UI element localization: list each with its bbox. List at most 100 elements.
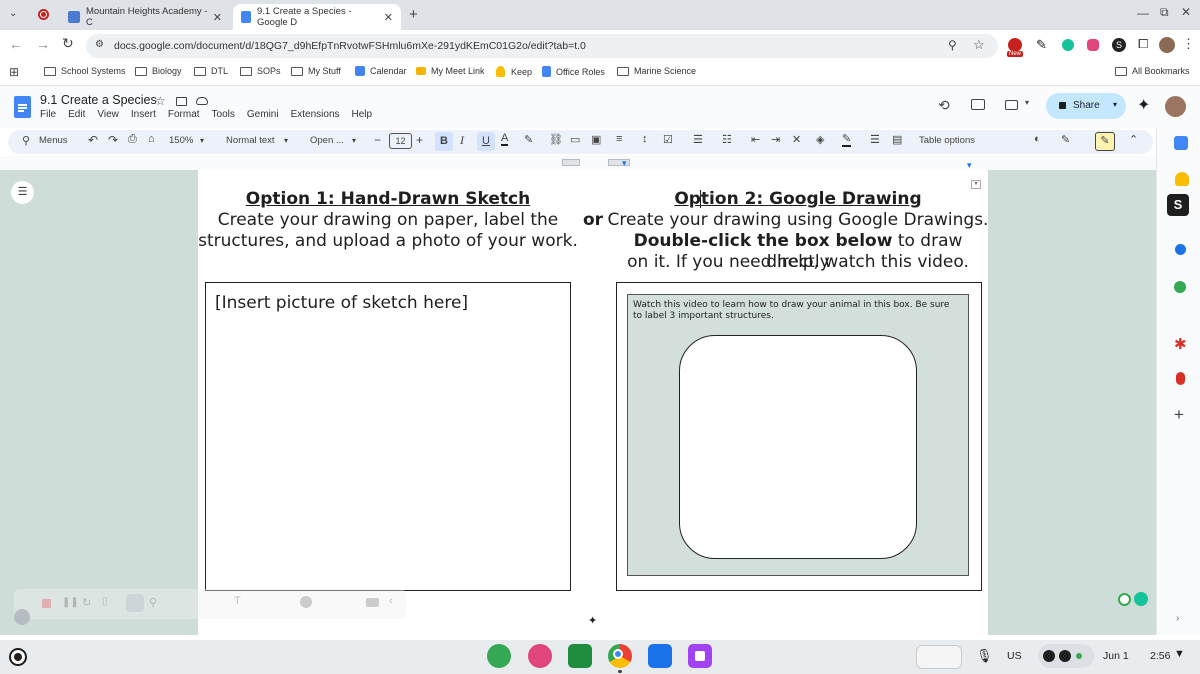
close-tab-icon[interactable]: ✕ xyxy=(384,11,393,24)
share-dropdown-icon[interactable]: ▾ xyxy=(1113,100,1117,109)
search-menus-icon[interactable]: ⚲ xyxy=(22,134,30,147)
sketch-box[interactable]: [Insert picture of sketch here] xyxy=(205,282,571,591)
extensions-puzzle-icon[interactable]: ⧠ xyxy=(1138,36,1148,52)
pen-extension-icon[interactable]: ✎ xyxy=(1036,37,1047,53)
line-spacing-icon[interactable]: ↕ xyxy=(642,133,648,145)
font-dropdown-icon[interactable]: ▾ xyxy=(352,136,356,145)
underline-icon[interactable]: U xyxy=(477,132,495,151)
zoom-icon[interactable]: ⚲ xyxy=(948,38,957,52)
move-folder-icon[interactable] xyxy=(176,97,187,106)
ruler-left-margin[interactable] xyxy=(562,159,580,166)
menu-edit[interactable]: Edit xyxy=(68,109,85,120)
files-app-icon[interactable] xyxy=(648,644,672,668)
phone-app-icon[interactable] xyxy=(487,644,511,668)
screencast-app-icon[interactable] xyxy=(688,644,712,668)
recorder-settings-icon[interactable] xyxy=(14,609,30,625)
close-window-icon[interactable]: ✕ xyxy=(1181,5,1191,19)
restart-icon[interactable]: ↻ xyxy=(82,596,91,609)
menu-tools[interactable]: Tools xyxy=(212,109,235,120)
menu-help[interactable]: Help xyxy=(352,109,373,120)
text-tool-icon[interactable]: T xyxy=(234,595,241,607)
address-bar[interactable]: ⚙ docs.google.com/document/d/18QG7_d9hEf… xyxy=(86,34,998,58)
version-history-icon[interactable]: ⟲ xyxy=(938,97,950,114)
bookmark-school-systems[interactable]: School Systems xyxy=(44,66,126,76)
document-title[interactable]: 9.1 Create a Species xyxy=(40,93,157,107)
pencil-active-icon[interactable]: ✎ xyxy=(1095,132,1115,151)
decrease-font-icon[interactable]: − xyxy=(374,133,381,147)
menu-gemini[interactable]: Gemini xyxy=(247,109,279,120)
menu-view[interactable]: View xyxy=(97,109,119,120)
tab-search-icon[interactable]: ⌄ xyxy=(9,8,17,19)
pause-icon[interactable]: ❚❚ xyxy=(62,597,79,608)
voice-app-icon[interactable] xyxy=(1176,372,1185,385)
italic-icon[interactable]: I xyxy=(460,133,464,148)
extension-s-icon[interactable]: S xyxy=(1112,38,1126,52)
insert-image-icon[interactable]: ▣ xyxy=(591,133,601,146)
decrease-indent-icon[interactable]: ⇤ xyxy=(751,133,760,146)
collapse-chevron-icon[interactable]: ‹ xyxy=(389,595,393,607)
minimize-icon[interactable]: — xyxy=(1137,6,1149,20)
grammarly-float-icon[interactable] xyxy=(1134,592,1148,606)
increase-indent-icon[interactable]: ⇥ xyxy=(771,133,780,146)
bookmark-biology[interactable]: Biology xyxy=(135,66,182,76)
align-icon[interactable]: ≡ xyxy=(616,133,622,145)
profile-icon[interactable] xyxy=(1159,37,1175,53)
table-options-button[interactable]: Table options xyxy=(919,135,975,146)
bookmark-my-meet-link[interactable]: My Meet Link xyxy=(416,66,485,76)
insert-link-icon[interactable]: ⛓ xyxy=(549,133,563,146)
menu-extensions[interactable]: Extensions xyxy=(291,109,340,120)
bookmark-keep[interactable]: Keep xyxy=(496,66,532,77)
add-app-icon[interactable]: + xyxy=(1174,405,1184,425)
share-button[interactable]: Share ▾ xyxy=(1046,93,1126,119)
increase-font-icon[interactable]: + xyxy=(416,133,423,147)
gemini-sparkle-icon[interactable]: ✦ xyxy=(1137,95,1150,115)
mic-icon[interactable]: 🎙 xyxy=(976,648,993,664)
chrome-app-icon[interactable] xyxy=(608,644,632,668)
menu-insert[interactable]: Insert xyxy=(131,109,156,120)
extension-pink-icon[interactable] xyxy=(1087,39,1099,51)
contacts-app-icon[interactable] xyxy=(1175,244,1186,255)
gemini-sparkle-icon[interactable]: ✦ xyxy=(588,614,597,627)
table-dropdown-icon[interactable]: ▾ xyxy=(971,180,981,189)
forward-icon[interactable]: → xyxy=(36,36,50,52)
border-width-icon[interactable]: ☰ xyxy=(870,133,880,146)
clear-formatting-icon[interactable]: ✕ xyxy=(792,133,801,146)
reload-icon[interactable]: ↻ xyxy=(62,35,74,52)
text-color-icon[interactable]: A xyxy=(501,132,509,146)
calendar-app-icon[interactable] xyxy=(1174,136,1188,150)
browser-menu-icon[interactable]: ⋮ xyxy=(1182,36,1195,52)
bookmark-star-icon[interactable]: ☆ xyxy=(973,37,985,53)
menus-search-label[interactable]: Menus xyxy=(39,135,68,146)
new-tab-icon[interactable]: + xyxy=(409,6,418,23)
pen-mode-icon[interactable]: ✎ xyxy=(1061,133,1070,146)
star-icon[interactable]: ☆ xyxy=(155,94,166,108)
undo-icon[interactable]: ↶ xyxy=(88,133,98,147)
launcher-icon[interactable] xyxy=(9,648,27,666)
comments-icon[interactable] xyxy=(971,99,985,110)
font-size-input[interactable]: 12 xyxy=(389,133,412,149)
schoology-app-icon[interactable]: S xyxy=(1167,194,1189,216)
shelf-date[interactable]: Jun 1 xyxy=(1103,650,1129,662)
document-page[interactable]: ▾ Option 1: Hand-Drawn Sketch Create you… xyxy=(198,170,988,635)
emoji-tool-icon[interactable] xyxy=(300,596,312,608)
meet-dropdown-icon[interactable]: ▾ xyxy=(1025,98,1029,107)
indent-marker-icon[interactable]: ▾ xyxy=(622,158,627,169)
canva-app-icon[interactable] xyxy=(528,644,552,668)
input-locale[interactable]: US xyxy=(1007,650,1022,662)
editing-mode-icon[interactable]: ◐ xyxy=(1034,133,1041,145)
bold-icon[interactable]: B xyxy=(435,132,453,151)
back-icon[interactable]: ← xyxy=(9,36,23,52)
sketch-placeholder[interactable]: [Insert picture of sketch here] xyxy=(215,293,468,314)
google-drawing[interactable]: Watch this video to learn how to draw yo… xyxy=(627,294,969,576)
collapse-toolbar-icon[interactable]: ⌃ xyxy=(1129,133,1138,146)
holding-space-thumbnail[interactable] xyxy=(916,645,962,669)
apps-grid-icon[interactable]: ⊞ xyxy=(9,65,19,79)
cursor-tool-icon[interactable] xyxy=(126,594,144,612)
camera-tool-icon[interactable] xyxy=(366,598,379,607)
grammarly-icon[interactable] xyxy=(1062,39,1074,51)
status-tray[interactable] xyxy=(1038,644,1094,668)
paint-format-icon[interactable]: ⌂ xyxy=(148,133,155,145)
border-dash-icon[interactable]: ▤ xyxy=(892,133,902,146)
sidebar-expand-icon[interactable]: › xyxy=(1176,613,1179,624)
redo-icon[interactable]: ↷ xyxy=(108,133,118,147)
